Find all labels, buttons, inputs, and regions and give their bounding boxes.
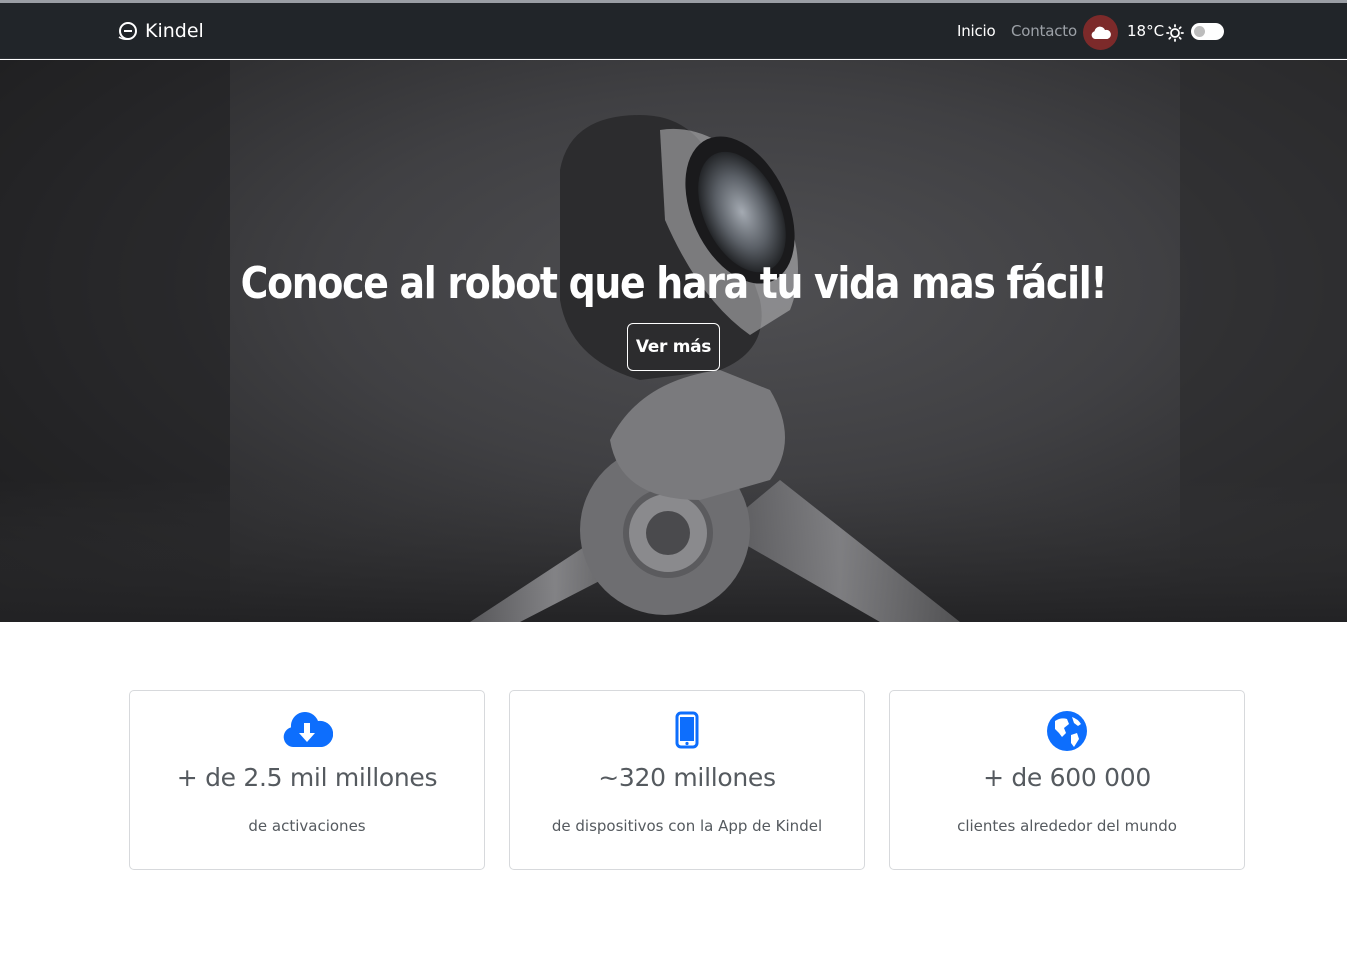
stat-value: + de 600 000 xyxy=(983,763,1151,792)
stat-value: + de 2.5 mil millones xyxy=(176,763,438,792)
mobile-phone-icon xyxy=(675,711,699,749)
stat-card-clients: + de 600 000 clientes alrededor del mund… xyxy=(889,690,1245,870)
stat-card-devices: ~320 millones de dispositivos con la App… xyxy=(509,690,865,870)
brand-link[interactable]: Kindel xyxy=(117,18,204,44)
cloud-download-icon xyxy=(283,712,333,747)
navbar: Kindel Inicio Contacto 18°C xyxy=(0,3,1347,59)
hero-section: Conoce al robot que hara tu vida mas fác… xyxy=(0,60,1347,622)
cloud-icon xyxy=(1091,26,1111,39)
nav-link-inicio[interactable]: Inicio xyxy=(957,22,996,40)
stat-label: clientes alrededor del mundo xyxy=(957,817,1177,835)
hero-title: Conoce al robot que hara tu vida mas fác… xyxy=(240,258,1108,309)
temperature-readout: 18°C xyxy=(1127,22,1165,40)
brand-name: Kindel xyxy=(145,20,204,42)
globe-icon xyxy=(1047,711,1087,751)
brand-logo-icon xyxy=(118,22,137,40)
stat-card-activations: + de 2.5 mil millones de activaciones xyxy=(129,690,485,870)
nav-link-contacto[interactable]: Contacto xyxy=(1011,22,1077,40)
sun-icon xyxy=(1166,24,1184,42)
stat-label: de dispositivos con la App de Kindel xyxy=(551,817,823,835)
stat-value: ~320 millones xyxy=(598,763,776,792)
stat-label: de activaciones xyxy=(248,817,366,835)
toggle-knob xyxy=(1194,26,1205,37)
theme-toggle[interactable] xyxy=(1191,23,1224,40)
ver-mas-button[interactable]: Ver más xyxy=(627,323,720,371)
weather-badge xyxy=(1083,15,1118,50)
